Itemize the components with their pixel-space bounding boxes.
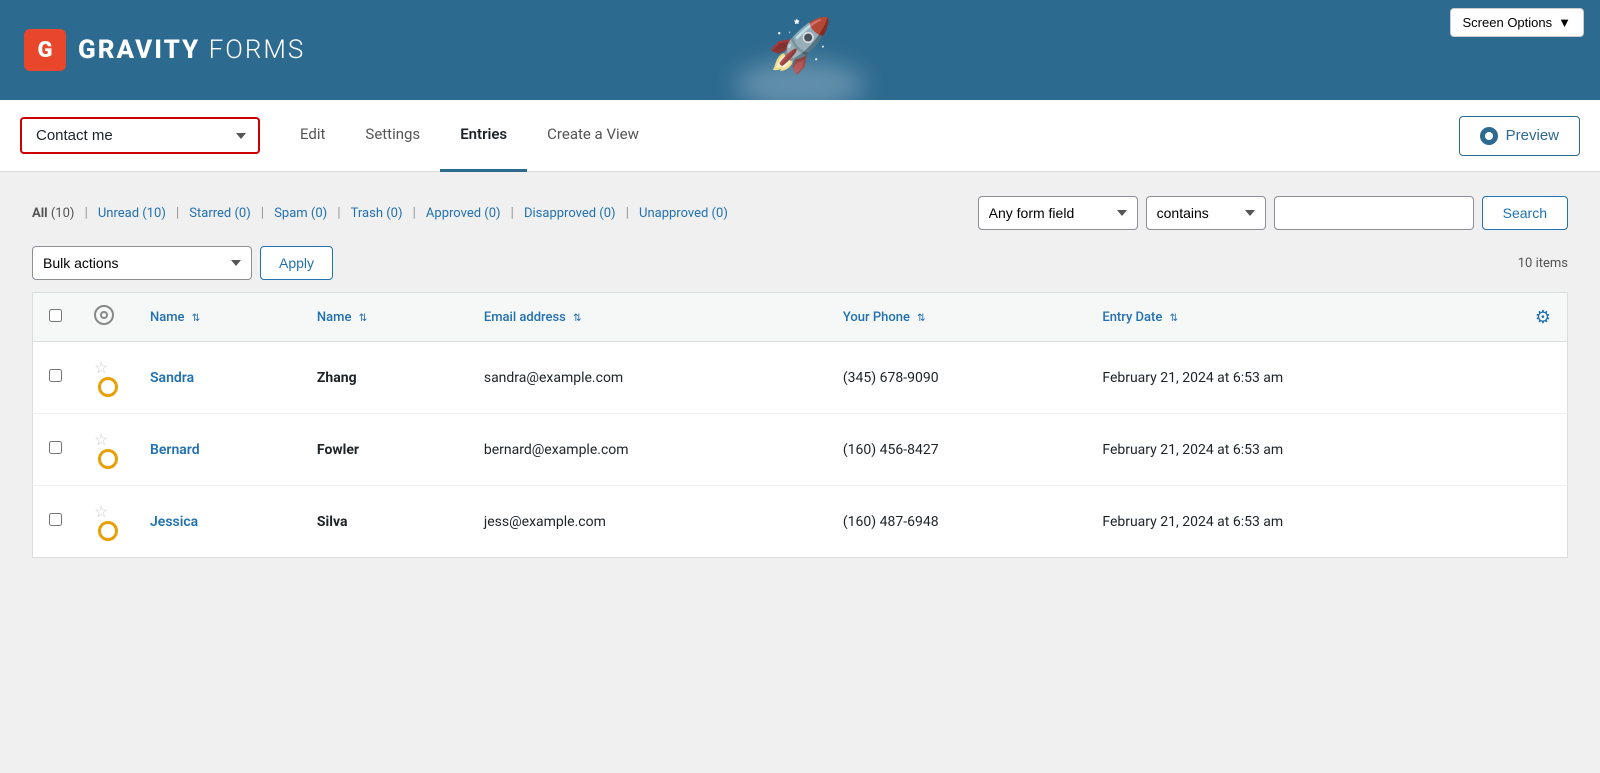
sort-first-name-icon: ⇅ [192, 313, 200, 324]
entry-first-name-link[interactable]: Jessica [150, 514, 198, 530]
preview-icon [1480, 127, 1498, 145]
read-status-icon [98, 377, 118, 397]
filter-unread[interactable]: Unread (10) [98, 206, 166, 221]
row-star-cell: ☆ [78, 486, 134, 558]
search-input[interactable] [1274, 196, 1474, 230]
entry-first-name-link[interactable]: Sandra [150, 370, 194, 386]
filter-bar: All (10) | Unread (10) | Starred (0) | S… [32, 196, 1568, 230]
read-header-icon [94, 305, 114, 325]
select-all-checkbox[interactable] [49, 309, 62, 322]
header-phone[interactable]: Your Phone ⇅ [827, 293, 1086, 342]
sort-email-icon: ⇅ [573, 313, 581, 324]
row-actions-cell [1519, 486, 1568, 558]
table-header-row: Name ⇅ Name ⇅ Email address ⇅ Your Phone… [33, 293, 1568, 342]
read-status-icon [98, 521, 118, 541]
preview-button[interactable]: Preview [1459, 116, 1580, 156]
row-actions-cell [1519, 342, 1568, 414]
row-star-cell: ☆ [78, 414, 134, 486]
row-phone-cell: (160) 456-8427 [827, 414, 1086, 486]
header-first-name[interactable]: Name ⇅ [134, 293, 301, 342]
star-icon[interactable]: ☆ [94, 358, 108, 377]
nav-link-entries[interactable]: Entries [440, 100, 527, 172]
star-icon[interactable]: ☆ [94, 502, 108, 521]
star-icon[interactable]: ☆ [94, 430, 108, 449]
table-row: ☆ Bernard Fowler bernard@example.com (16… [33, 414, 1568, 486]
search-field-select[interactable]: Any form field Name Email address Your P… [978, 196, 1138, 230]
sort-phone-icon: ⇅ [917, 313, 925, 324]
entry-first-name-link[interactable]: Bernard [150, 442, 200, 458]
table-row: ☆ Jessica Silva jess@example.com (160) 4… [33, 486, 1568, 558]
header-checkbox-col [33, 293, 79, 342]
row-date-cell: February 21, 2024 at 6:53 am [1086, 414, 1519, 486]
filter-starred[interactable]: Starred (0) [189, 206, 250, 221]
header-date[interactable]: Entry Date ⇅ [1086, 293, 1519, 342]
row-last-name-cell: Zhang [301, 342, 468, 414]
row-email-cell: sandra@example.com [468, 342, 827, 414]
row-first-name-cell: Jessica [134, 486, 301, 558]
rocket-decoration: 🚀 [735, 20, 865, 100]
logo-icon: G [24, 29, 66, 71]
sort-last-name-icon: ⇅ [359, 313, 367, 324]
row-checkbox-cell [33, 342, 79, 414]
filter-unapproved[interactable]: Unapproved (0) [639, 206, 728, 221]
nav-links: Edit Settings Entries Create a View [280, 100, 659, 172]
header-last-name[interactable]: Name ⇅ [301, 293, 468, 342]
read-status-icon [98, 449, 118, 469]
row-star-cell: ☆ [78, 342, 134, 414]
filter-spam[interactable]: Spam (0) [274, 206, 327, 221]
header-actions-col: ⚙ [1519, 293, 1568, 342]
row-checkbox[interactable] [49, 513, 62, 526]
row-checkbox-cell [33, 486, 79, 558]
row-checkbox[interactable] [49, 441, 62, 454]
row-last-name-cell: Fowler [301, 414, 468, 486]
nav-link-settings[interactable]: Settings [345, 100, 440, 172]
screen-options-button[interactable]: Screen Options ▼ [1450, 8, 1584, 37]
rocket-cloud [735, 60, 865, 100]
row-last-name-cell: Silva [301, 486, 468, 558]
form-selector[interactable]: Contact me [20, 117, 260, 154]
column-settings-button[interactable]: ⚙ [1535, 307, 1551, 328]
search-condition-select[interactable]: contains is is not starts with ends with [1146, 196, 1266, 230]
logo-text: GRAVITY FORMS [78, 35, 305, 65]
app-header: G GRAVITY FORMS 🚀 Screen Options ▼ [0, 0, 1600, 100]
row-checkbox[interactable] [49, 369, 62, 382]
header-email[interactable]: Email address ⇅ [468, 293, 827, 342]
bulk-actions-row: Bulk actions Delete Mark as read Mark as… [32, 246, 1568, 280]
nav-link-edit[interactable]: Edit [280, 100, 345, 172]
bulk-actions-select[interactable]: Bulk actions Delete Mark as read Mark as… [32, 246, 252, 280]
items-count: 10 items [1518, 256, 1568, 271]
row-first-name-cell: Sandra [134, 342, 301, 414]
search-controls: Any form field Name Email address Your P… [978, 196, 1568, 230]
entries-table: Name ⇅ Name ⇅ Email address ⇅ Your Phone… [32, 292, 1568, 558]
main-content: All (10) | Unread (10) | Starred (0) | S… [0, 172, 1600, 773]
row-checkbox-cell [33, 414, 79, 486]
header-read-col [78, 293, 134, 342]
row-email-cell: jess@example.com [468, 486, 827, 558]
row-phone-cell: (160) 487-6948 [827, 486, 1086, 558]
row-first-name-cell: Bernard [134, 414, 301, 486]
nav-bar: Contact me Edit Settings Entries Create … [0, 100, 1600, 172]
filter-all[interactable]: All (10) [32, 206, 74, 221]
nav-link-create-view[interactable]: Create a View [527, 100, 659, 172]
search-button[interactable]: Search [1482, 196, 1568, 230]
row-date-cell: February 21, 2024 at 6:53 am [1086, 486, 1519, 558]
filter-disapproved[interactable]: Disapproved (0) [524, 206, 616, 221]
row-phone-cell: (345) 678-9090 [827, 342, 1086, 414]
filter-trash[interactable]: Trash (0) [351, 206, 403, 221]
logo-area: G GRAVITY FORMS [24, 29, 305, 71]
sort-date-icon: ⇅ [1170, 313, 1178, 324]
filter-approved[interactable]: Approved (0) [426, 206, 501, 221]
table-row: ☆ Sandra Zhang sandra@example.com (345) … [33, 342, 1568, 414]
row-actions-cell [1519, 414, 1568, 486]
row-date-cell: February 21, 2024 at 6:53 am [1086, 342, 1519, 414]
row-email-cell: bernard@example.com [468, 414, 827, 486]
apply-button[interactable]: Apply [260, 246, 333, 280]
